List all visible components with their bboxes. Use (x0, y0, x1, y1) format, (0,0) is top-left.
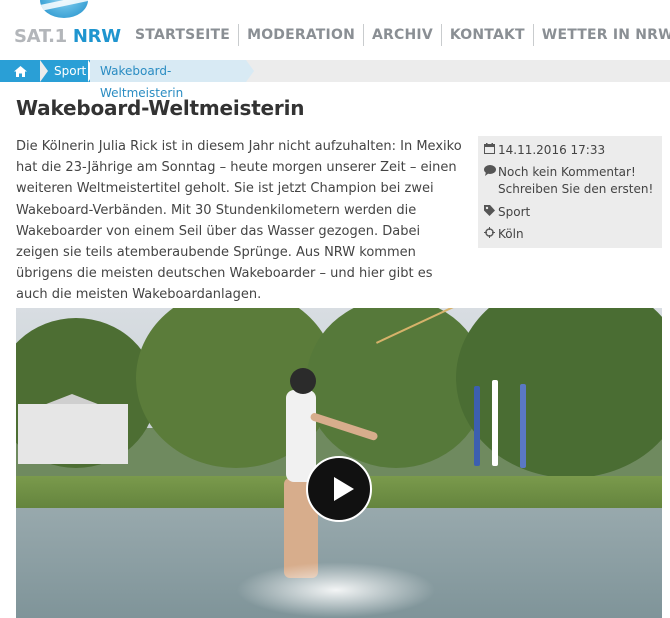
video-frame-banner (520, 384, 526, 468)
calendar-icon (484, 142, 498, 159)
nav-item-kontakt[interactable]: KONTAKT (442, 24, 534, 46)
nav-item-archiv[interactable]: ARCHIV (364, 24, 442, 46)
nav-item-moderation[interactable]: MODERATION (239, 24, 364, 46)
video-frame-tent (18, 404, 128, 464)
play-button[interactable] (306, 456, 372, 522)
site-logo[interactable]: SAT.1 NRW (14, 26, 121, 47)
video-frame-banner (474, 386, 480, 466)
tag-icon (484, 204, 498, 221)
breadcrumb-item-current: Wakeboard-Weltmeisterin (90, 60, 254, 100)
article-body: Die Kölnerin Julia Rick ist in diesem Ja… (16, 139, 462, 303)
site-header: SAT.1 NRW STARTSEITE MODERATION ARCHIV K… (0, 0, 670, 56)
page-title: Wakeboard-Weltmeisterin (16, 96, 305, 120)
home-icon (13, 65, 27, 77)
meta-location-row: Köln (484, 226, 524, 243)
meta-date: 14.11.2016 17:33 (498, 143, 606, 157)
main-nav: STARTSEITE MODERATION ARCHIV KONTAKT WET… (126, 20, 670, 50)
meta-date-row: 14.11.2016 17:33 (484, 142, 605, 159)
nav-item-startseite[interactable]: STARTSEITE (126, 24, 240, 46)
video-frame-rider-helmet (290, 368, 316, 394)
breadcrumb: Sport Wakeboard-Weltmeisterin (0, 60, 670, 100)
logo-nrw-text: NRW (72, 26, 121, 47)
nav-item-wetter[interactable]: WETTER IN NRW (534, 24, 670, 46)
meta-location: Köln (498, 227, 524, 241)
logo-globe-icon (40, 0, 88, 18)
logo-sat-text: SAT.1 (14, 26, 67, 47)
breadcrumb-home[interactable] (0, 60, 48, 82)
meta-comments-link[interactable]: Noch kein Kommentar! Schreiben Sie den e… (498, 164, 660, 198)
video-player[interactable] (16, 308, 662, 618)
video-frame-splash (236, 562, 436, 618)
meta-comments-row[interactable]: Noch kein Kommentar! Schreiben Sie den e… (484, 164, 660, 198)
crosshairs-icon (484, 226, 498, 243)
comment-icon (484, 164, 498, 181)
meta-category-row[interactable]: Sport (484, 204, 530, 221)
meta-category[interactable]: Sport (498, 204, 530, 221)
video-frame-tree (456, 308, 662, 478)
article-meta-box: 14.11.2016 17:33 Noch kein Kommentar! Sc… (478, 136, 662, 248)
video-frame-banner (492, 380, 498, 466)
video-frame-rider-body (286, 390, 316, 482)
